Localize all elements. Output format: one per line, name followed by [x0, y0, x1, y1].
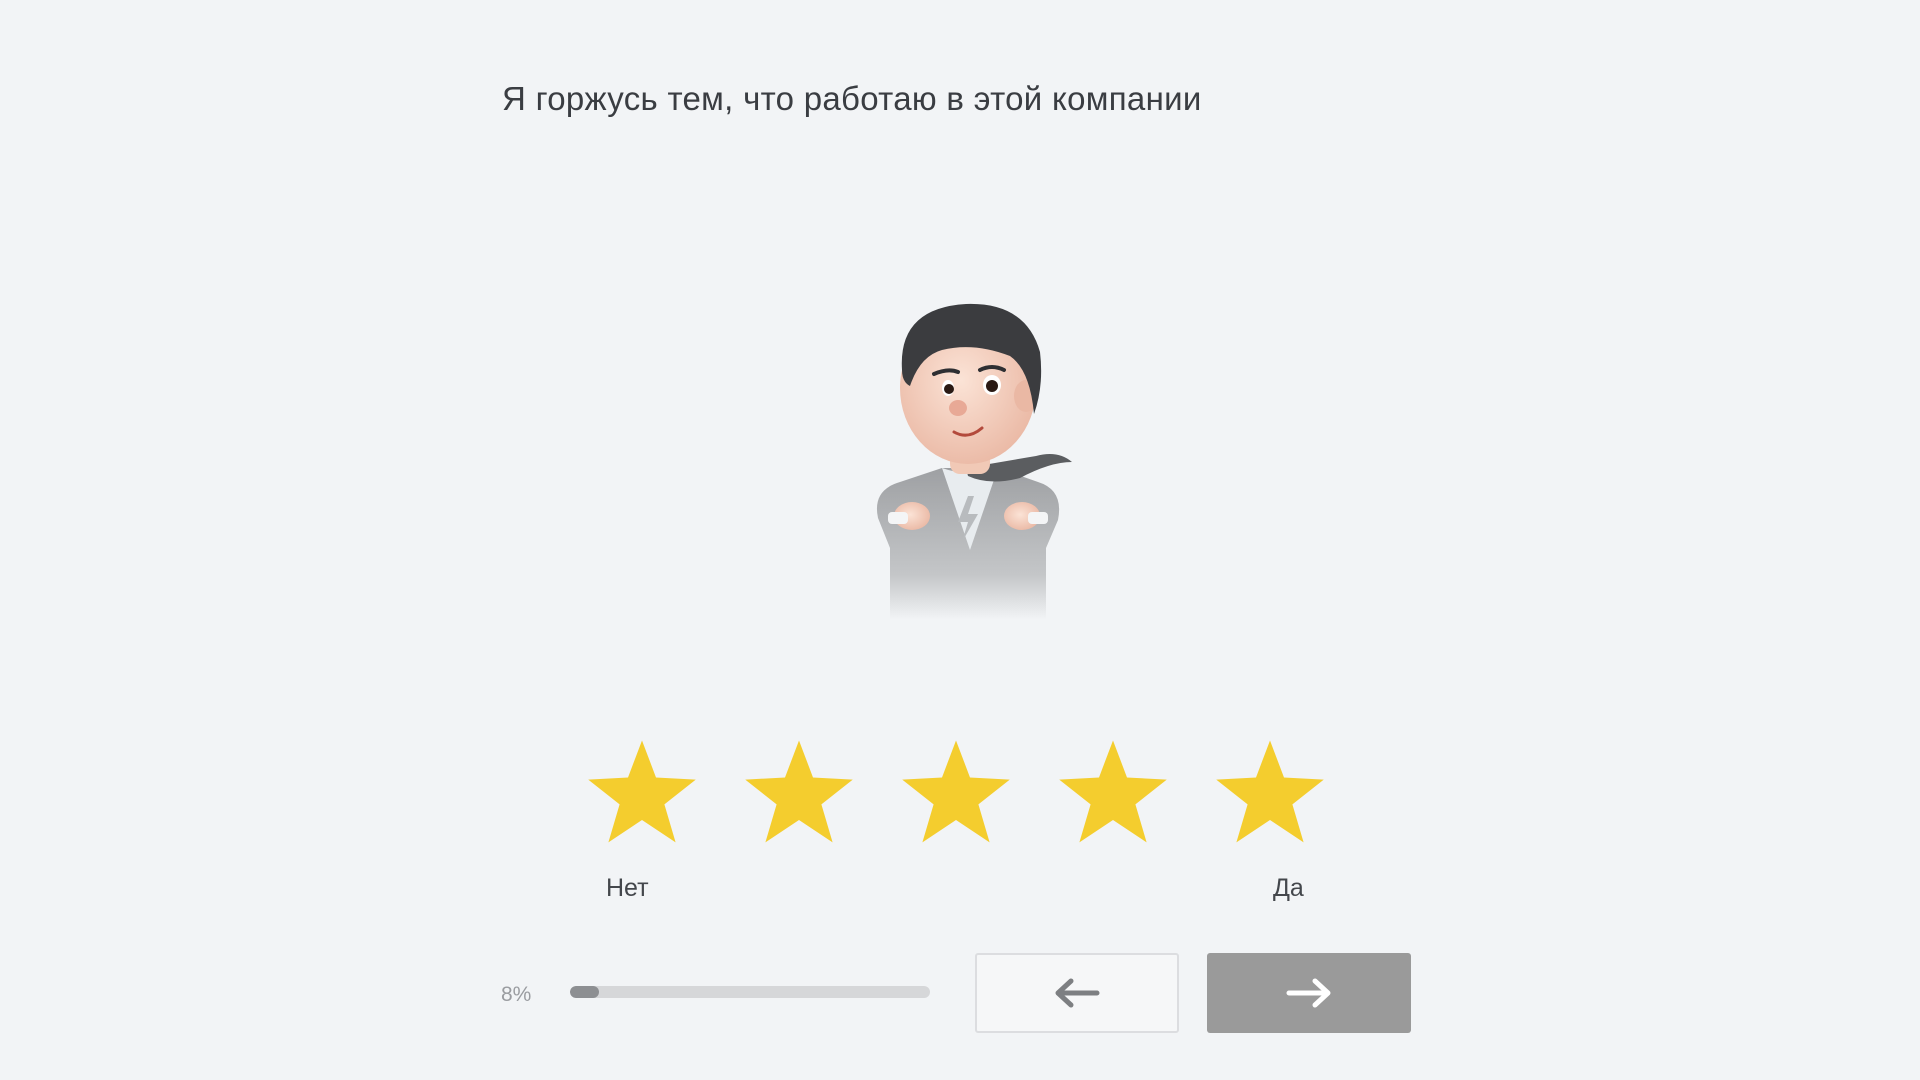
arrow-right-icon — [1286, 978, 1331, 1008]
question-title: Я горжусь тем, что работаю в этой компан… — [502, 80, 1202, 117]
star-icon-2[interactable] — [743, 736, 855, 848]
star-icon-5[interactable] — [1214, 736, 1326, 848]
star-icon-1[interactable] — [586, 736, 698, 848]
scale-max-label: Да — [1273, 874, 1304, 902]
businessman-mascot-illustration — [850, 290, 1090, 620]
star-rating — [586, 736, 1326, 848]
star-icon-3[interactable] — [900, 736, 1012, 848]
progress-bar-fill — [570, 986, 599, 998]
scale-min-label: Нет — [606, 874, 649, 902]
survey-page: Я горжусь тем, что работаю в этой компан… — [0, 0, 1920, 1080]
back-button[interactable] — [975, 953, 1179, 1033]
progress-bar — [570, 986, 930, 998]
arrow-left-icon — [1055, 978, 1100, 1008]
progress-percent-label: 8% — [501, 983, 532, 1006]
star-icon-4[interactable] — [1057, 736, 1169, 848]
mascot-svg — [876, 303, 1072, 620]
next-button[interactable] — [1207, 953, 1411, 1033]
